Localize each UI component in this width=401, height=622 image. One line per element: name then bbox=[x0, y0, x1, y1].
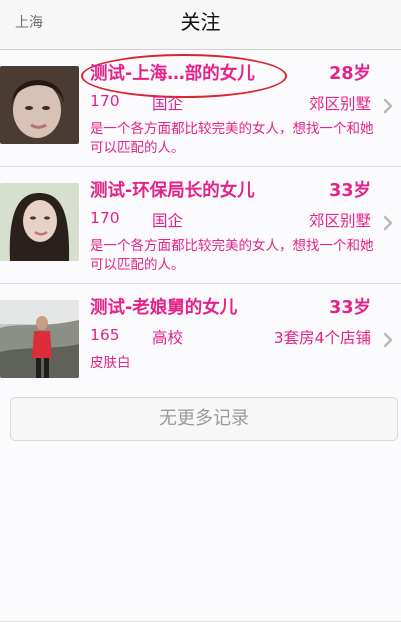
item-height: 170 bbox=[90, 209, 120, 227]
avatar bbox=[0, 66, 79, 144]
item-job: 国企 bbox=[152, 95, 184, 113]
item-age: 33岁 bbox=[329, 181, 371, 201]
item-name: 测试-环保局长的女儿 bbox=[90, 181, 255, 201]
item-height: 170 bbox=[90, 92, 120, 110]
item-name: 测试-老娘舅的女儿 bbox=[90, 298, 238, 318]
no-more-records-button[interactable]: 无更多记录 bbox=[10, 397, 398, 441]
page-title: 关注 bbox=[180, 10, 221, 34]
item-description: 皮肤白 bbox=[90, 355, 131, 371]
item-house: 郊区别墅 bbox=[308, 95, 371, 113]
item-description: 是一个各方面都比较完美的女人，想找一个和她可以匹配的人。 bbox=[90, 121, 374, 156]
list-item[interactable]: 测试-环保局长的女儿 33岁 170 国企 郊区别墅 是一个各方面都比较完美的女… bbox=[0, 167, 401, 284]
item-job: 高校 bbox=[152, 329, 184, 347]
avatar bbox=[0, 300, 79, 378]
chevron-right-icon bbox=[383, 215, 393, 231]
item-age: 28岁 bbox=[329, 64, 371, 84]
avatar bbox=[0, 183, 79, 261]
item-height: 165 bbox=[90, 326, 120, 344]
list-item[interactable]: 测试-上海…部的女儿 28岁 170 国企 郊区别墅 是一个各方面都比较完美的女… bbox=[0, 50, 401, 167]
item-job: 国企 bbox=[152, 212, 184, 230]
item-age: 33岁 bbox=[329, 298, 371, 318]
follow-list: 测试-上海…部的女儿 28岁 170 国企 郊区别墅 是一个各方面都比较完美的女… bbox=[0, 50, 401, 622]
item-name: 测试-上海…部的女儿 bbox=[90, 64, 255, 84]
item-house: 3套房4个店铺 bbox=[273, 329, 371, 347]
chevron-right-icon bbox=[383, 332, 393, 348]
list-item[interactable]: 测试-老娘舅的女儿 33岁 165 高校 3套房4个店铺 皮肤白 bbox=[0, 284, 401, 622]
item-description: 是一个各方面都比较完美的女人，想找一个和她可以匹配的人。 bbox=[90, 238, 374, 273]
navigation-bar: 上海 关注 bbox=[0, 0, 401, 50]
item-house: 郊区别墅 bbox=[308, 212, 371, 230]
chevron-right-icon bbox=[383, 98, 393, 114]
